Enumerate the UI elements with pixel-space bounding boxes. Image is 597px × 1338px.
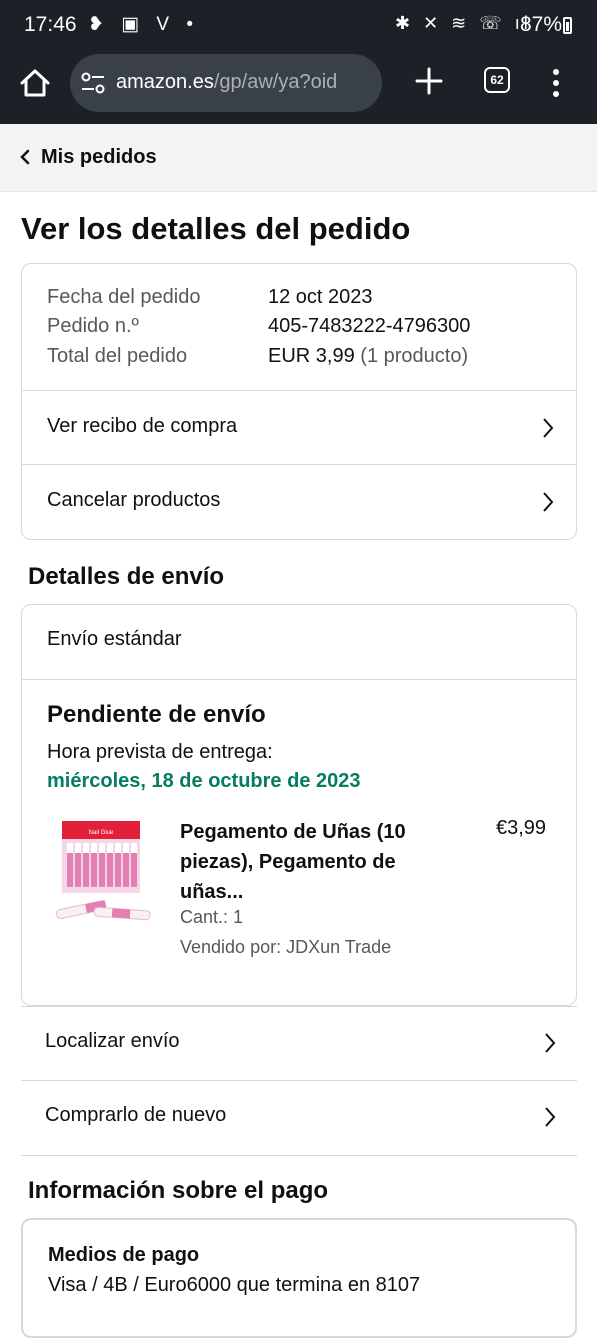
payment-method-label: Medios de pago [48,1244,200,1266]
home-icon[interactable] [18,66,52,100]
order-total-amount: EUR 3,99 [268,345,355,367]
order-total-value: EUR 3,99 (1 producto) [268,345,468,368]
status-time: 17:46 [24,13,77,36]
product-quantity: Cant.: 1 [180,907,244,927]
url-path: /gp/aw/ya?oid [213,71,338,93]
product-thumbnail[interactable]: Nail Glue [52,819,152,923]
url-text: amazon.es/gp/aw/ya?oid [116,71,372,94]
more-vert-icon[interactable] [548,66,564,100]
shipment-status: Pendiente de envío [47,701,266,728]
breadcrumb[interactable]: Mis pedidos [0,124,597,192]
cancel-items-label: Cancelar productos [47,489,221,511]
payment-method-value: Visa / 4B / Euro6000 que termina en 8107 [48,1274,421,1296]
chevron-right-icon [543,492,554,512]
buy-again-label: Comprarlo de nuevo [45,1104,227,1126]
shipping-method: Envío estándar [47,628,182,650]
eta-label: Hora prevista de entrega: [47,741,273,763]
browser-chrome: 17:46 ❥ ▣ V • ✱ ✕ ≋ ☏ ıl 87% amazon.es/g… [0,0,597,124]
back-to-orders-link[interactable]: Mis pedidos [41,146,157,169]
address-bar-row: amazon.es/gp/aw/ya?oid 62 [0,52,597,118]
product-box-label: Nail Glue [89,830,114,836]
order-total-label: Total del pedido [47,345,188,367]
product-seller: Vendido por: JDXun Trade [180,937,392,957]
page-title: Ver los detalles del pedido [21,211,411,246]
tab-switcher-button[interactable]: 62 [484,67,510,93]
status-bar: 17:46 ❥ ▣ V • ✱ ✕ ≋ ☏ ıl 87% [0,0,597,52]
product-price: €3,99 [496,817,547,839]
track-shipment-row[interactable]: Localizar envío [21,1006,577,1081]
order-number-label: Pedido n.º [47,315,139,337]
chevron-right-icon [545,1033,556,1053]
payment-card: Medios de pago Visa / 4B / Euro6000 que … [21,1218,577,1338]
chevron-left-icon [20,149,30,165]
track-shipment-label: Localizar envío [45,1030,180,1052]
connectivity-icons: ✱ ✕ ≋ ☏ ıl [395,13,532,33]
chevron-right-icon [543,418,554,438]
view-receipt-label: Ver recibo de compra [47,415,238,437]
new-tab-plus-icon[interactable] [414,66,444,96]
view-receipt-row[interactable]: Ver recibo de compra [22,390,576,465]
url-host: amazon.es [116,71,214,93]
notification-icons: ❥ ▣ V • [88,14,200,35]
product-title-link[interactable]: Pegamento de Uñas (10 piezas), Pegamento… [180,817,435,907]
payment-section-title: Información sobre el pago [28,1177,329,1204]
order-date-label: Fecha del pedido [47,286,201,308]
order-number-value: 405-7483222-4796300 [268,315,471,337]
order-date-value: 12 oct 2023 [268,286,373,308]
buy-again-row[interactable]: Comprarlo de nuevo [21,1080,577,1156]
cancel-items-row[interactable]: Cancelar productos [22,464,576,539]
url-field[interactable]: amazon.es/gp/aw/ya?oid [70,54,382,112]
divider [22,679,576,680]
order-total-count: (1 producto) [360,345,469,367]
chevron-right-icon [545,1107,556,1127]
order-summary-card: Fecha del pedido 12 oct 2023 Pedido n.º … [21,263,577,540]
shipment-card: Envío estándar Pendiente de envío Hora p… [21,604,577,1006]
site-settings-icon[interactable] [80,70,106,96]
shipping-section-title: Detalles de envío [28,563,225,590]
eta-date: miércoles, 18 de octubre de 2023 [47,770,361,792]
battery-level: 87% [520,13,563,36]
battery-icon [563,17,572,34]
